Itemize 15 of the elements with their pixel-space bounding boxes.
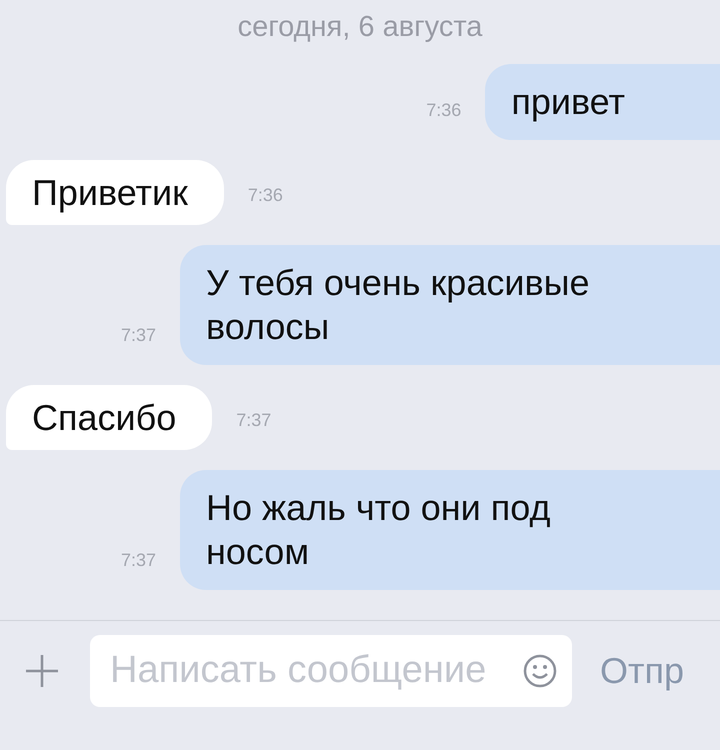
message-time: 7:36: [248, 184, 283, 206]
outgoing-message: Но жаль что они под носом: [180, 470, 720, 590]
message-time: 7:37: [236, 408, 272, 432]
date-header: сегодня, 6 августа: [238, 10, 482, 45]
message-input[interactable]: Написать сообщение: [110, 642, 522, 699]
incoming-message: Приветик: [6, 160, 224, 224]
message-time: 7:37: [120, 324, 156, 346]
smiley-icon[interactable]: [522, 652, 558, 688]
message-field[interactable]: Написать сообщение: [90, 634, 572, 706]
message-time: 7:37: [120, 548, 156, 572]
outgoing-message: У тебя очень красивые волосы: [180, 244, 720, 364]
message-time: 7:36: [426, 98, 462, 122]
outgoing-message: привет: [485, 64, 720, 140]
send-button[interactable]: Отпр: [600, 644, 684, 698]
incoming-message: Спасибо: [6, 384, 212, 450]
